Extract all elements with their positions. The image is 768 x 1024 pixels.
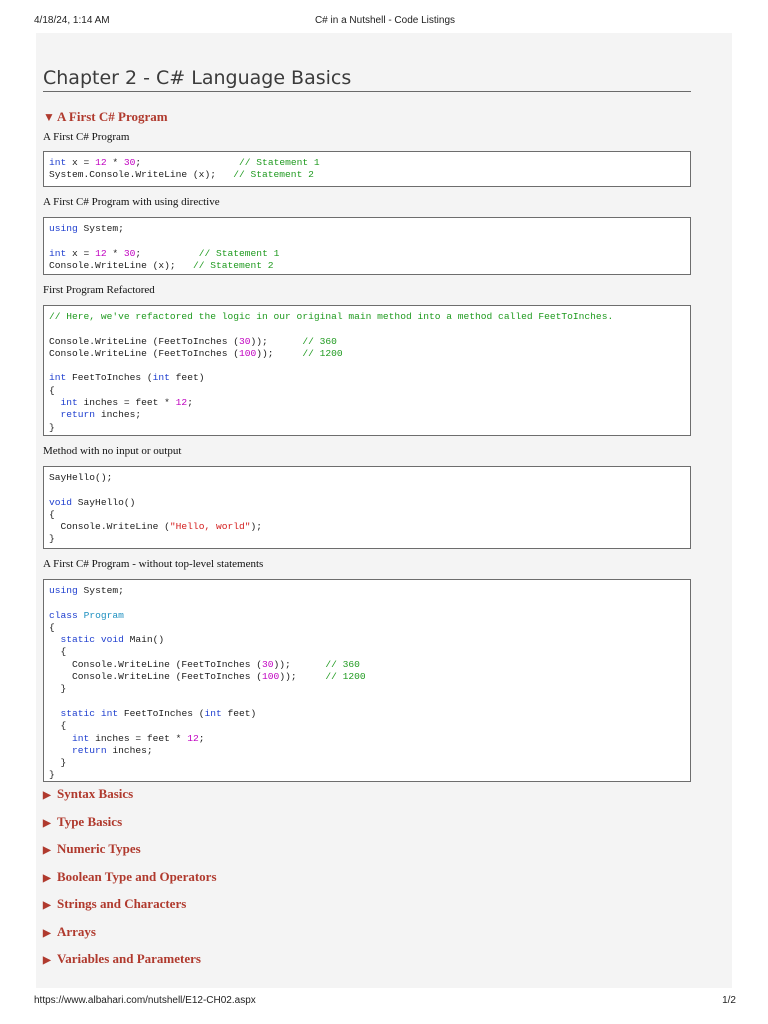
section-label: A First C# Program	[57, 109, 168, 124]
code-line: Console.WriteLine (FeetToInches (30)); /…	[49, 658, 360, 670]
print-url: https://www.albahari.com/nutshell/E12-CH…	[34, 995, 256, 1006]
code-line: using System;	[49, 223, 124, 234]
code-line: int x = 12 * 30; // Statement 1	[49, 247, 280, 259]
code-line: System.Console.WriteLine (x); // Stateme…	[49, 169, 314, 181]
section-label: Arrays	[57, 924, 96, 939]
code-listing: using System; class Program { static voi…	[43, 579, 691, 782]
section-toggle-arrays[interactable]: ▶ Arrays	[43, 924, 96, 942]
code-line: int inches = feet * 12;	[72, 732, 205, 744]
section-label: Syntax Basics	[57, 786, 134, 801]
listing-label: A First C# Program with using directive	[43, 196, 220, 208]
code-listing: // Here, we've refactored the logic in o…	[43, 305, 691, 436]
code-line: {	[49, 646, 67, 658]
code-line: using System;	[49, 585, 124, 596]
code-line: }	[49, 769, 55, 781]
triangle-right-icon: ▶	[43, 928, 51, 939]
code-line: class Program	[49, 609, 124, 621]
triangle-right-icon: ▶	[43, 818, 51, 829]
code-line: int x = 12 * 30; // Statement 1	[49, 157, 320, 168]
chapter-title: Chapter 2 - C# Language Basics	[43, 66, 691, 92]
code-listing: int x = 12 * 30; // Statement 1 System.C…	[43, 151, 691, 187]
code-line: Console.WriteLine ("Hello, world");	[49, 521, 263, 533]
code-line: SayHello();	[49, 472, 113, 483]
code-comment: // Here, we've refactored the logic in o…	[49, 311, 614, 322]
code-listing: SayHello(); void SayHello() { Console.Wr…	[43, 466, 691, 549]
triangle-right-icon: ▶	[43, 790, 51, 801]
section-toggle-variables-and-parameters[interactable]: ▶ Variables and Parameters	[43, 951, 201, 969]
section-label: Boolean Type and Operators	[57, 869, 217, 884]
code-line: {	[49, 508, 55, 520]
code-line: Console.WriteLine (x); // Statement 2	[49, 259, 274, 271]
triangle-down-icon: ▼	[43, 110, 55, 124]
triangle-right-icon: ▶	[43, 873, 51, 884]
code-listing: using System; int x = 12 * 30; // Statem…	[43, 217, 691, 275]
code-line: static int FeetToInches (int feet)	[60, 707, 257, 719]
triangle-right-icon: ▶	[43, 900, 51, 911]
code-line: {	[49, 720, 67, 732]
code-line: }	[49, 533, 55, 545]
section-toggle-strings-and-characters[interactable]: ▶ Strings and Characters	[43, 896, 186, 914]
code-line: static void Main()	[60, 634, 165, 646]
code-line: int inches = feet * 12;	[60, 397, 193, 409]
page-content-area: Chapter 2 - C# Language Basics ▼ A First …	[36, 33, 732, 988]
listing-label: A First C# Program - without top-level s…	[43, 558, 264, 570]
print-header: 4/18/24, 1:14 AM C# in a Nutshell - Code…	[34, 15, 736, 29]
code-line: int FeetToInches (int feet)	[49, 372, 205, 384]
triangle-right-icon: ▶	[43, 845, 51, 856]
section-toggle-boolean-type-and-operators[interactable]: ▶ Boolean Type and Operators	[43, 869, 217, 887]
code-line: Console.WriteLine (FeetToInches (100)); …	[49, 671, 366, 683]
section-label: Strings and Characters	[57, 896, 187, 911]
section-toggle-type-basics[interactable]: ▶ Type Basics	[43, 814, 122, 832]
code-line: {	[49, 621, 55, 633]
triangle-right-icon: ▶	[43, 955, 51, 966]
section-label: Variables and Parameters	[57, 951, 201, 966]
section-label: Type Basics	[57, 814, 123, 829]
print-page-number: 1/2	[722, 995, 736, 1006]
print-footer: https://www.albahari.com/nutshell/E12-CH…	[34, 995, 736, 1009]
code-line: Console.WriteLine (FeetToInches (100)); …	[49, 347, 343, 359]
print-document-title: C# in a Nutshell - Code Listings	[314, 15, 456, 26]
code-line: return inches;	[60, 409, 142, 421]
listing-label: First Program Refactored	[43, 284, 155, 296]
section-toggle-syntax-basics[interactable]: ▶ Syntax Basics	[43, 786, 133, 804]
section-label: Numeric Types	[57, 841, 141, 856]
code-line: {	[49, 384, 55, 396]
content-column: Chapter 2 - C# Language Basics ▼ A First …	[43, 33, 691, 782]
section-toggle-a-first-csharp-program[interactable]: ▼ A First C# Program	[43, 109, 691, 125]
code-line: void SayHello()	[49, 496, 136, 508]
section-toggle-numeric-types[interactable]: ▶ Numeric Types	[43, 841, 141, 859]
code-line: }	[49, 683, 67, 695]
code-line: }	[49, 757, 67, 769]
code-line: }	[49, 421, 55, 433]
code-line: return inches;	[72, 744, 153, 756]
code-line: Console.WriteLine (FeetToInches (30)); /…	[49, 335, 337, 347]
listing-label: Method with no input or output	[43, 445, 182, 457]
listing-label: A First C# Program	[43, 131, 130, 143]
